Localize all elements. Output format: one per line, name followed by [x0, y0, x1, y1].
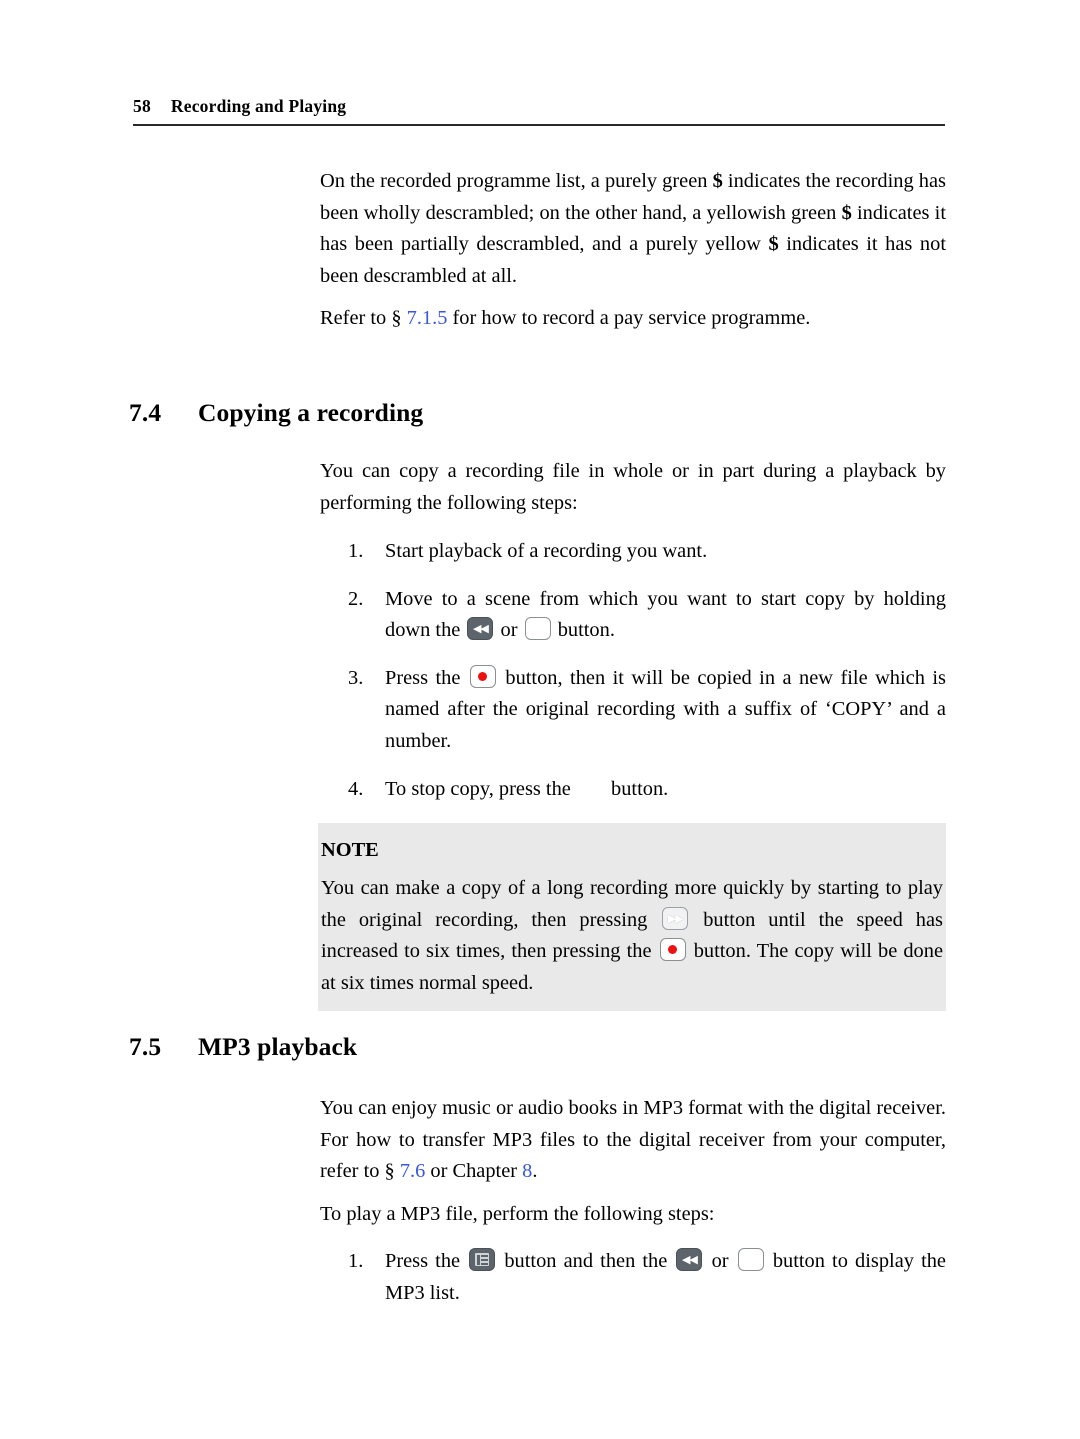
- fast-forward-icon[interactable]: ▶▶: [662, 906, 689, 930]
- step-marker: 4.: [348, 777, 364, 800]
- refer-paragraph: Refer to § 7.1.5 for how to record a pay…: [320, 303, 946, 335]
- section-74-steps: 1. Start playback of a recording you wan…: [348, 536, 946, 805]
- step-marker: 1.: [348, 540, 364, 562]
- steps-list-75: 1. Press the button and then the ◀◀ or b…: [348, 1246, 946, 1309]
- dollar-symbol-1: $: [712, 170, 723, 192]
- section-heading-74: 7.4 Copying a recording: [129, 398, 423, 428]
- step-text-part-2: button.: [605, 777, 669, 800]
- blank-button-icon[interactable]: [524, 617, 551, 641]
- fast-forward-glyph: ▶▶: [667, 911, 684, 925]
- list-icon[interactable]: [469, 1248, 496, 1271]
- step-item-1: 1. Press the button and then the ◀◀ or b…: [348, 1246, 946, 1309]
- refer-suffix: for how to record a pay service programm…: [447, 307, 811, 330]
- missing-button-icon: [578, 794, 604, 795]
- header-rule: [133, 124, 945, 126]
- refer-prefix: Refer to §: [320, 307, 407, 330]
- step-text-part-3: or: [704, 1250, 736, 1272]
- section-75-paragraph-2: To play a MP3 file, perform the followin…: [320, 1202, 715, 1225]
- steps-list-74: 1. Start playback of a recording you wan…: [348, 536, 946, 805]
- step-marker: 1.: [348, 1250, 364, 1272]
- step-text-part-1: Press the: [385, 666, 468, 689]
- rewind-glyph: ◀◀: [472, 622, 489, 636]
- cross-reference-link-76[interactable]: 7.6: [400, 1160, 426, 1182]
- step-text-part-2: or: [495, 619, 523, 642]
- note-box: NOTE You can make a copy of a long recor…: [318, 823, 946, 1012]
- record-dot: [668, 945, 678, 955]
- list-inner: [475, 1253, 490, 1266]
- step-marker: 3.: [348, 666, 364, 689]
- step-text-part-1: To stop copy, press the: [385, 777, 576, 800]
- section-75-steps: 1. Press the button and then the ◀◀ or b…: [348, 1246, 946, 1309]
- cross-reference-link-chapter-8[interactable]: 8: [522, 1160, 532, 1182]
- running-header: 58 Recording and Playing: [133, 96, 945, 117]
- record-dot: [478, 671, 488, 681]
- step-text-part-1: Press the: [385, 1250, 468, 1272]
- page-number: 58: [133, 96, 151, 116]
- running-title: Recording and Playing: [170, 96, 347, 116]
- mp3-text-3: .: [532, 1160, 538, 1183]
- step-item-3: 3. Press the button, then it will be cop…: [348, 663, 946, 758]
- section-title-74: Copying a recording: [198, 398, 424, 427]
- document-page: 58 Recording and Playing On the recorded…: [0, 0, 1080, 1439]
- section-number-74: 7.4: [129, 398, 162, 427]
- blank-button-icon[interactable]: [737, 1248, 764, 1271]
- section-75-body: You can enjoy music or audio books in MP…: [320, 1093, 946, 1230]
- section-title-75: MP3 playback: [198, 1032, 358, 1061]
- dollar-symbol-2: $: [841, 201, 852, 224]
- section-heading-75: 7.5 MP3 playback: [129, 1032, 357, 1062]
- rewind-glyph: ◀◀: [681, 1253, 698, 1266]
- note-body: You can make a copy of a long recording …: [321, 873, 943, 999]
- step-text-part-2: button and then the: [497, 1250, 675, 1272]
- section-75-paragraph-1: You can enjoy music or audio books in MP…: [320, 1093, 946, 1188]
- step-item-4: 4. To stop copy, press the button.: [348, 774, 946, 806]
- section-number-75: 7.5: [129, 1032, 162, 1061]
- section-74-intro: You can copy a recording file in whole o…: [320, 456, 946, 519]
- intro-text-1: On the recorded programme list, a purely…: [320, 170, 713, 192]
- cross-reference-link-715[interactable]: 7.1.5: [407, 307, 448, 329]
- intro-block: On the recorded programme list, a purely…: [320, 166, 946, 335]
- record-icon[interactable]: [469, 664, 496, 688]
- note-title: NOTE: [321, 839, 379, 861]
- step-item-2: 2. Move to a scene from which you want t…: [348, 584, 946, 647]
- dollar-symbol-3: $: [768, 233, 779, 256]
- record-icon[interactable]: [659, 938, 686, 962]
- intro-paragraph: On the recorded programme list, a purely…: [320, 166, 946, 292]
- step-text: Start playback of a recording you want.: [385, 540, 708, 562]
- step-marker: 2.: [348, 587, 364, 610]
- rewind-icon[interactable]: ◀◀: [467, 617, 494, 641]
- section-74-intro-paragraph: You can copy a recording file in whole o…: [320, 460, 946, 514]
- mp3-text-2: or Chapter: [425, 1160, 523, 1183]
- rewind-icon[interactable]: ◀◀: [676, 1248, 703, 1271]
- step-item-1: 1. Start playback of a recording you wan…: [348, 536, 946, 568]
- step-text-part-3: button.: [552, 619, 615, 642]
